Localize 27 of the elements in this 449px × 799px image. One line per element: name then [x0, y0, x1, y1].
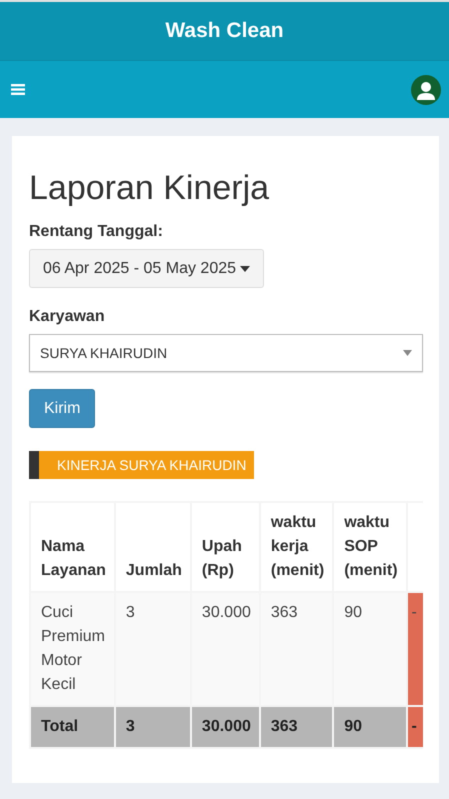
employee-label: Karyawan [29, 308, 105, 326]
table-cell: 3 [114, 592, 191, 706]
caret-icon [240, 266, 250, 272]
total-cell: 3 [114, 706, 191, 748]
table-cell: Cuci Premium Motor Kecil [30, 592, 115, 706]
page-title: Laporan Kinerja [29, 170, 270, 208]
column-header: Jumlah [114, 502, 191, 592]
employee-select[interactable]: SURYA KHAIRUDIN [29, 334, 423, 372]
user-avatar-icon[interactable] [411, 74, 441, 104]
section-badge: KINERJA SURYA KHAIRUDIN [29, 451, 254, 480]
submit-button[interactable]: Kirim [29, 389, 96, 428]
total-cell: 90 [333, 706, 407, 748]
date-range-picker[interactable]: 06 Apr 2025 - 05 May 2025 [29, 249, 264, 288]
table-cell: 30.000 [190, 592, 260, 706]
table-cell: 363 [260, 592, 334, 706]
total-cell: Total [30, 706, 115, 748]
app-title: Wash Clean [165, 19, 284, 43]
column-header: Nama Layanan [30, 502, 115, 592]
total-cell: 363 [260, 706, 334, 748]
table-cell: 90 [333, 592, 407, 706]
menu-icon[interactable] [11, 83, 25, 96]
column-header: waktu SOP (menit) [333, 502, 407, 592]
total-cell: 30.000 [190, 706, 260, 748]
date-range-label: Rentang Tanggal: [29, 223, 163, 242]
caret-icon [403, 350, 412, 356]
column-header: waktu kerja (menit) [260, 502, 334, 592]
column-header: Upah (Rp) [190, 502, 260, 592]
